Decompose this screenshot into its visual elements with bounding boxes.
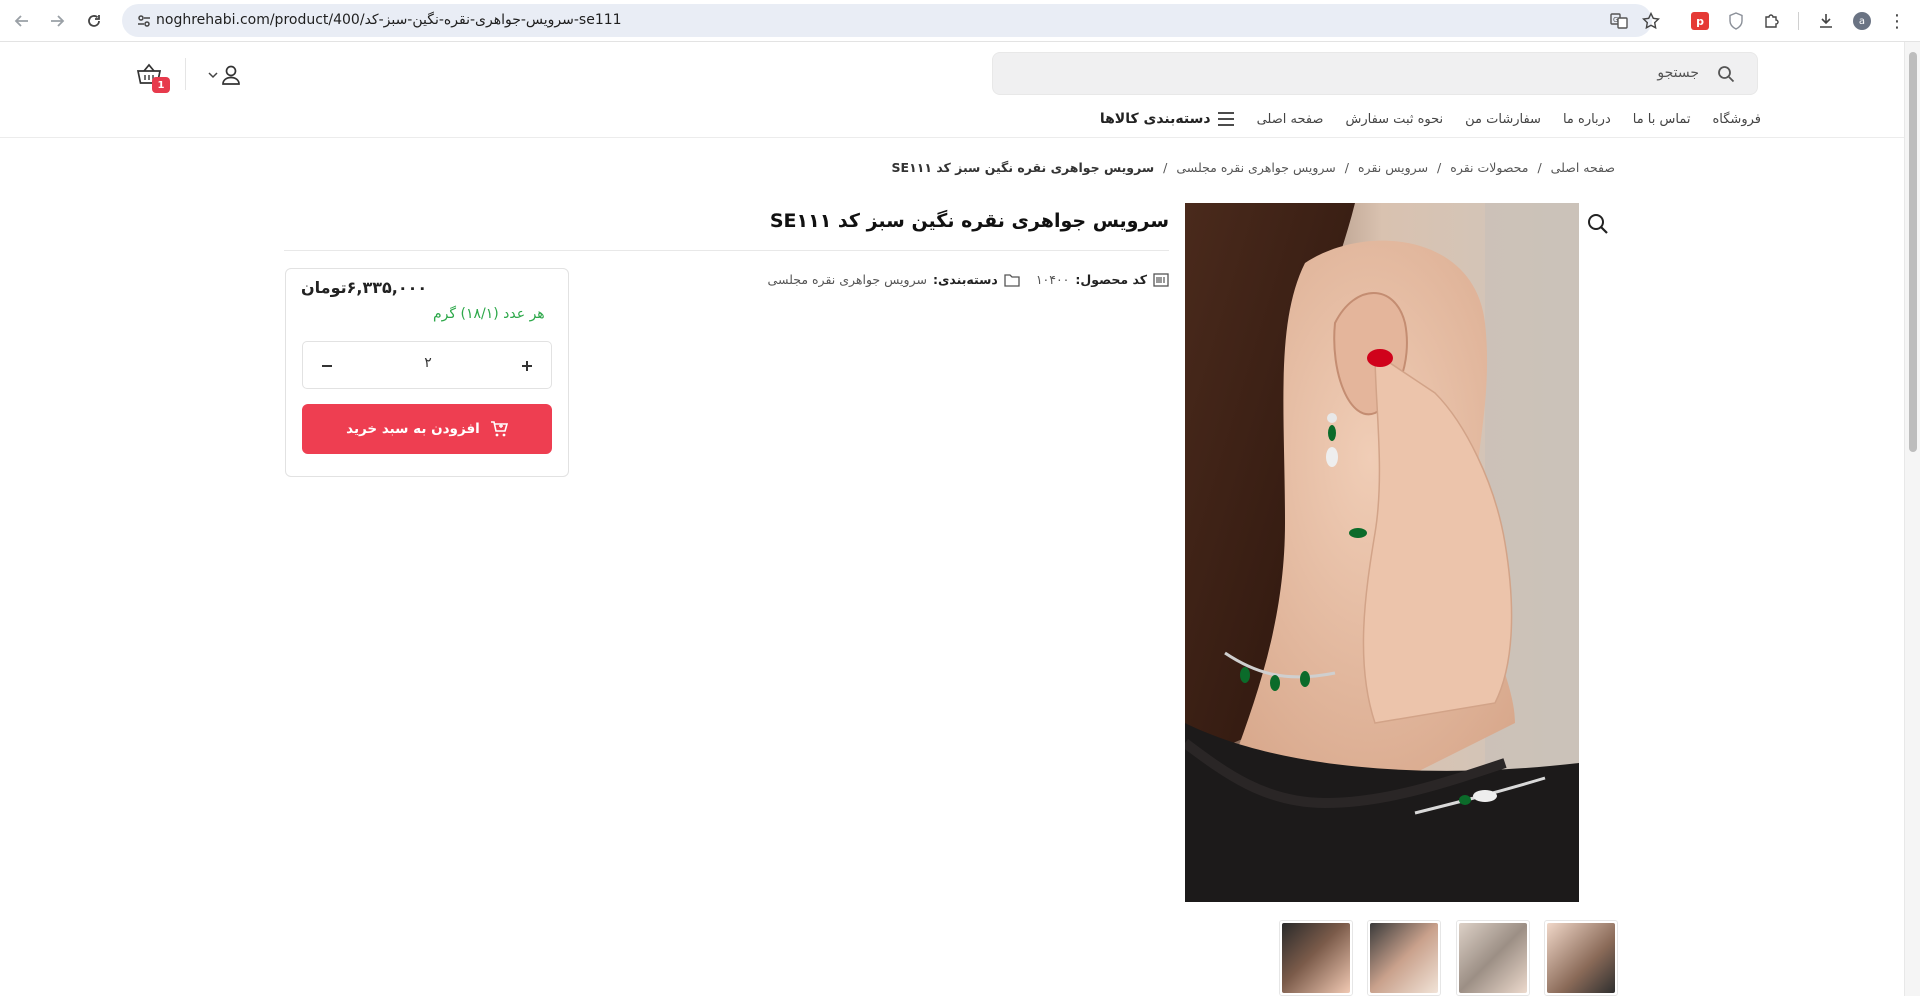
- address-bar[interactable]: noghrehabi.com/product/400/سرویس-جواهری-…: [122, 4, 1660, 37]
- breadcrumb-separator: /: [1437, 160, 1442, 175]
- product-photo: [1185, 203, 1579, 902]
- thumbnail-2[interactable]: [1456, 920, 1530, 996]
- breadcrumb-link-formal-jewelry-set[interactable]: سرویس جواهری نقره مجلسی: [1176, 160, 1335, 175]
- title-divider: [284, 250, 1169, 251]
- search-box[interactable]: جستجو: [992, 52, 1758, 95]
- breadcrumb-link-silver-products[interactable]: محصولات نقره: [1450, 160, 1528, 175]
- menu-item-about[interactable]: درباره ما: [1563, 112, 1611, 127]
- categories-label: دسته‌بندی کالاها: [1099, 111, 1211, 127]
- user-account-button[interactable]: [208, 62, 242, 88]
- menu-item-home[interactable]: صفحه اصلی: [1257, 112, 1324, 127]
- hamburger-icon: [1217, 112, 1234, 126]
- extension-red-icon[interactable]: p: [1688, 9, 1712, 33]
- bookmark-star-icon[interactable]: [1641, 11, 1661, 31]
- url-text[interactable]: noghrehabi.com/product/400/سرویس-جواهری-…: [156, 12, 622, 28]
- thumbnail-1[interactable]: [1544, 920, 1618, 996]
- minus-icon: [322, 365, 332, 367]
- chevron-down-icon: [208, 72, 218, 79]
- breadcrumb: صفحه اصلی / محصولات نقره / سرویس نقره / …: [892, 160, 1615, 175]
- breadcrumb-link-home[interactable]: صفحه اصلی: [1551, 160, 1615, 175]
- profile-avatar[interactable]: a: [1850, 9, 1874, 33]
- product-title: سرویس جواهری نقره نگین سبز کد SE۱۱۱: [769, 210, 1169, 232]
- categories-menu-button[interactable]: دسته‌بندی کالاها: [1100, 111, 1235, 127]
- reload-icon[interactable]: [82, 9, 106, 33]
- main-menu: دسته‌بندی کالاها صفحه اصلی نحوه ثبت سفار…: [1080, 108, 1761, 130]
- quantity-decrease-button[interactable]: [315, 354, 339, 378]
- back-icon[interactable]: [10, 9, 34, 33]
- add-to-cart-button[interactable]: افزودن به سبد خرید: [302, 404, 552, 454]
- download-icon[interactable]: [1814, 9, 1838, 33]
- category-link[interactable]: سرویس جواهری نقره مجلسی: [768, 272, 927, 287]
- product-weight: هر عدد (۱۸/۱) گرم: [433, 306, 545, 322]
- shield-extension-icon[interactable]: [1724, 9, 1748, 33]
- search-input[interactable]: جستجو: [1657, 65, 1699, 81]
- cart-add-icon: [490, 421, 508, 437]
- extensions-puzzle-icon[interactable]: [1760, 9, 1784, 33]
- header-divider-line: [0, 137, 1904, 138]
- menu-item-contact[interactable]: تماس با ما: [1633, 112, 1691, 127]
- search-icon: [1718, 66, 1735, 83]
- breadcrumb-separator: /: [1344, 160, 1349, 175]
- browser-menu-icon[interactable]: ⋮: [1885, 9, 1909, 33]
- svg-text:G: G: [1613, 16, 1618, 24]
- thumbnail-3[interactable]: [1367, 920, 1441, 996]
- menu-item-my-orders[interactable]: سفارشات من: [1465, 112, 1541, 127]
- category-label: دسته‌بندی:: [932, 272, 998, 287]
- menu-item-shop[interactable]: فروشگاه: [1712, 112, 1761, 127]
- user-icon: [222, 65, 240, 85]
- toolbar-divider: [1798, 12, 1799, 30]
- breadcrumb-current: سرویس جواهری نقره نگین سبز کد SE۱۱۱: [891, 160, 1155, 175]
- scrollbar-thumb[interactable]: [1909, 52, 1917, 452]
- profile-initial: a: [1853, 12, 1871, 30]
- site-info-icon[interactable]: [134, 11, 154, 31]
- add-to-cart-label: افزودن به سبد خرید: [346, 421, 480, 437]
- plus-icon: [522, 361, 532, 371]
- product-code-label: کد محصول:: [1075, 272, 1147, 287]
- price-value: ۶,۳۳۵,۰۰۰: [346, 278, 428, 297]
- quantity-input[interactable]: ۲: [403, 355, 453, 371]
- barcode-icon: [1153, 272, 1169, 287]
- folder-icon: [1004, 273, 1020, 287]
- product-main-image[interactable]: [1185, 203, 1579, 902]
- breadcrumb-link-silver-set[interactable]: سرویس نقره: [1358, 160, 1428, 175]
- cart-count-badge: 1: [152, 77, 170, 93]
- breadcrumb-separator: /: [1537, 160, 1542, 175]
- translate-icon[interactable]: G: [1609, 11, 1629, 31]
- quantity-increase-button[interactable]: [515, 354, 539, 378]
- product-price: ۶,۳۳۵,۰۰۰تومان: [301, 278, 427, 297]
- product-meta: کد محصول: ۱۰۴۰۰ دسته‌بندی: سرویس جواهری …: [768, 272, 1169, 287]
- zoom-magnifier-icon[interactable]: [1586, 212, 1610, 236]
- breadcrumb-separator: /: [1163, 160, 1168, 175]
- price-currency: تومان: [301, 278, 347, 297]
- product-code-value: ۱۰۴۰۰: [1035, 272, 1070, 287]
- scrollbar[interactable]: [1904, 42, 1920, 996]
- browser-toolbar: noghrehabi.com/product/400/سرویس-جواهری-…: [0, 0, 1920, 42]
- quantity-stepper: ۲: [302, 341, 552, 389]
- header-divider: [185, 58, 186, 90]
- menu-item-how-to-order[interactable]: نحوه ثبت سفارش: [1345, 112, 1443, 127]
- forward-icon[interactable]: [45, 9, 69, 33]
- thumbnail-4[interactable]: [1279, 920, 1353, 996]
